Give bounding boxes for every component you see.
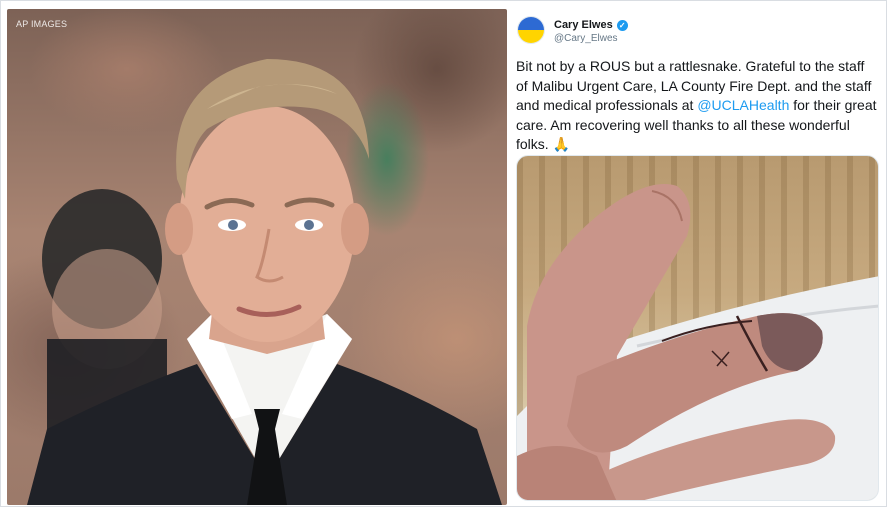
user-handle[interactable]: @Cary_Elwes bbox=[554, 33, 618, 44]
author-row[interactable]: Cary Elwes ✓ bbox=[554, 18, 628, 32]
verified-badge-icon: ✓ bbox=[616, 19, 628, 31]
avatar-flag-bottom bbox=[518, 30, 544, 43]
tweet-attached-photo[interactable] bbox=[516, 155, 879, 501]
tweet-text: Bit not by a ROUS but a rattlesnake. Gra… bbox=[516, 57, 878, 155]
photo-credit: AP IMAGES bbox=[16, 19, 68, 29]
display-name[interactable]: Cary Elwes bbox=[554, 19, 613, 31]
mention-link[interactable]: @UCLAHealth bbox=[697, 97, 789, 113]
screenshot-frame: AP IMAGES Cary Elwes ✓ @Cary_Elwes Bit n… bbox=[0, 0, 887, 507]
avatar[interactable] bbox=[517, 16, 545, 44]
avatar-flag-top bbox=[518, 17, 544, 30]
praying-hands-emoji: 🙏 bbox=[552, 136, 571, 152]
portrait-illustration bbox=[27, 59, 502, 505]
press-photo: AP IMAGES bbox=[7, 9, 507, 505]
finger-photo-illustration bbox=[517, 184, 878, 500]
tweet-card[interactable]: Cary Elwes ✓ @Cary_Elwes Bit not by a RO… bbox=[511, 9, 883, 505]
